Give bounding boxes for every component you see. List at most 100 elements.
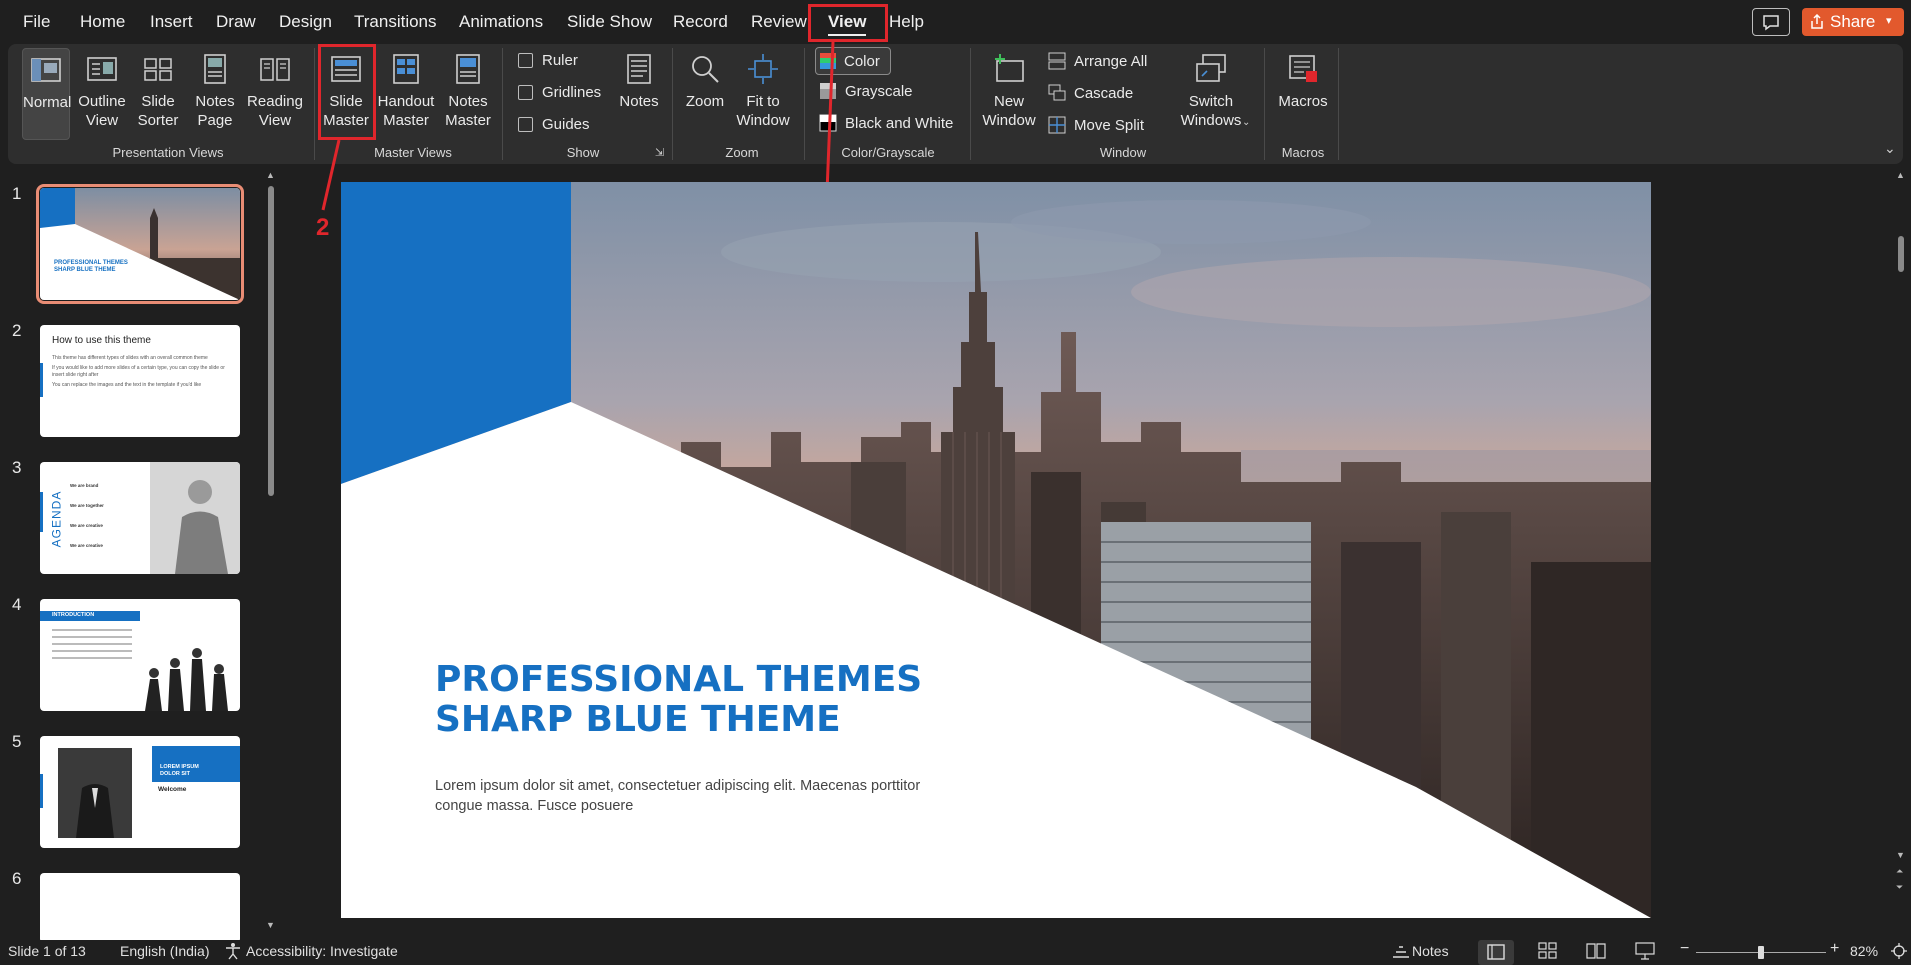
thumb-agenda-item: We are together: [70, 503, 104, 508]
slide-sorter-button[interactable]: Slide Sorter: [132, 48, 184, 140]
zoom-out-icon[interactable]: −: [1680, 940, 1689, 958]
grayscale-label: Grayscale: [845, 83, 913, 100]
menu-slide-show[interactable]: Slide Show: [567, 12, 652, 32]
notes-master-icon: [456, 54, 480, 84]
scroll-up-icon[interactable]: ▲: [266, 170, 275, 180]
checkbox-box[interactable]: [518, 117, 533, 132]
macros-button[interactable]: Macros: [1274, 48, 1332, 140]
dialog-launcher-icon[interactable]: ⇲: [655, 146, 664, 159]
thumbnail-scrollbar[interactable]: ▲ ▼: [266, 170, 276, 932]
scroll-down-icon[interactable]: ▼: [266, 920, 275, 930]
notes-toggle[interactable]: Notes: [1412, 943, 1449, 959]
comments-button[interactable]: [1752, 8, 1790, 36]
thumb-heading: Welcome: [158, 786, 187, 793]
ruler-label: Ruler: [542, 52, 578, 69]
comment-icon: [1763, 15, 1779, 31]
slide-scrollbar[interactable]: ▲ ▼ ⏶ ⏷: [1895, 170, 1907, 900]
thumb-accent-bar: [40, 363, 43, 397]
checkbox-box[interactable]: [518, 53, 533, 68]
slide-thumbnail-2[interactable]: How to use this theme This theme has dif…: [40, 325, 240, 437]
zoom-percentage[interactable]: 82%: [1850, 943, 1878, 959]
thumb-number: 2: [12, 321, 22, 340]
zoom-in-icon[interactable]: +: [1830, 940, 1839, 958]
handout-master-icon: [393, 54, 419, 84]
reading-view-icon[interactable]: [1585, 942, 1607, 960]
language-indicator[interactable]: English (India): [120, 943, 210, 959]
slide-body-text[interactable]: Lorem ipsum dolor sit amet, consectetuer…: [435, 776, 955, 816]
fit-slide-icon[interactable]: [1888, 942, 1910, 960]
thumb-people-image: [145, 648, 228, 711]
new-window-icon: [995, 54, 1024, 82]
switch-windows-button[interactable]: Switch Windows: [1170, 48, 1252, 140]
slide-thumbnail-4[interactable]: INTRODUCTION: [40, 599, 240, 711]
thumb-number: 4: [12, 595, 22, 614]
scroll-up-icon[interactable]: ▲: [1896, 170, 1905, 180]
share-label: Share: [1830, 12, 1876, 31]
new-window-button[interactable]: New Window: [980, 48, 1038, 140]
normal-view-icon: [31, 58, 61, 82]
slide-thumbnail-6[interactable]: [40, 873, 240, 943]
outline-view-button[interactable]: Outline View: [76, 48, 128, 140]
ribbon-separator: [970, 48, 971, 160]
slide-thumbnail-5[interactable]: LOREM IPSUM DOLOR SIT Welcome: [40, 736, 240, 848]
menu-draw[interactable]: Draw: [216, 12, 256, 32]
menu-animations[interactable]: Animations: [459, 12, 543, 32]
fit-to-window-label: Fit to Window: [736, 93, 790, 129]
thumb-agenda-item: We are creative: [70, 543, 103, 548]
checkbox-box[interactable]: [518, 85, 533, 100]
notes-page-icon: [204, 54, 226, 84]
fit-window-icon: [748, 54, 778, 84]
previous-slide-icon[interactable]: ⏶: [1896, 866, 1903, 877]
slide-sorter-icon[interactable]: [1537, 942, 1559, 960]
slide-canvas[interactable]: PROFESSIONAL THEMES SHARP BLUE THEME Lor…: [341, 182, 1651, 918]
menu-file[interactable]: File: [23, 12, 50, 32]
normal-view-button[interactable]: Normal: [22, 48, 71, 140]
slide-title[interactable]: PROFESSIONAL THEMES SHARP BLUE THEME: [435, 660, 1035, 740]
scrollbar-thumb[interactable]: [1898, 236, 1904, 272]
normal-view-icon: [1487, 944, 1505, 960]
notes-page-button[interactable]: Notes Page: [190, 48, 240, 140]
next-slide-icon[interactable]: ⏷: [1896, 882, 1903, 893]
menu-transitions[interactable]: Transitions: [354, 12, 437, 32]
menu-insert[interactable]: Insert: [150, 12, 193, 32]
thumb-banner-text: INTRODUCTION: [52, 612, 95, 618]
share-icon: [1811, 14, 1823, 29]
thumb-number: 5: [12, 732, 22, 751]
menu-home[interactable]: Home: [80, 12, 125, 32]
menu-help[interactable]: Help: [889, 12, 924, 32]
slide-title-line-1: PROFESSIONAL THEMES: [435, 659, 923, 700]
menu-design[interactable]: Design: [279, 12, 332, 32]
accessibility-status[interactable]: Accessibility: Investigate: [246, 943, 398, 959]
handout-master-button[interactable]: Handout Master: [376, 48, 436, 140]
notes-icon: [627, 54, 651, 84]
macros-icon: [1289, 55, 1317, 82]
thumb-agenda-item: We are creative: [70, 523, 103, 528]
ribbon-separator: [672, 48, 673, 160]
collapse-ribbon-icon[interactable]: ⌄: [1884, 140, 1896, 157]
notes-master-button[interactable]: Notes Master: [442, 48, 494, 140]
share-button[interactable]: Share ▾: [1802, 8, 1904, 36]
magnifier-icon: [692, 56, 719, 83]
slide-thumbnail-3[interactable]: AGENDA We are brand We are together We a…: [40, 462, 240, 574]
accessibility-icon: [226, 943, 240, 960]
zoom-slider-thumb[interactable]: [1758, 946, 1764, 959]
reading-view-button[interactable]: Reading View: [244, 48, 306, 140]
zoom-slider[interactable]: [1696, 946, 1826, 960]
annotation-arrow-1: [825, 41, 835, 193]
menu-review[interactable]: Review: [751, 12, 807, 32]
menu-record[interactable]: Record: [673, 12, 728, 32]
thumb-banner-text: DOLOR SIT: [160, 771, 190, 777]
slide-thumbnail-1[interactable]: PROFESSIONAL THEMES SHARP BLUE THEME: [36, 184, 244, 304]
scroll-down-icon[interactable]: ▼: [1896, 850, 1905, 860]
thumb-businessman-image: [58, 748, 132, 838]
notes-page-label: Notes Page: [195, 93, 235, 129]
notes-button[interactable]: Notes: [614, 48, 664, 140]
arrange-all-icon: [1048, 52, 1066, 70]
fit-to-window-button[interactable]: Fit to Window: [734, 48, 792, 140]
zoom-button[interactable]: Zoom: [682, 48, 728, 140]
guides-label: Guides: [542, 116, 590, 133]
normal-view-status-button[interactable]: [1478, 940, 1514, 965]
scrollbar-thumb[interactable]: [268, 186, 274, 496]
gridlines-label: Gridlines: [542, 84, 602, 101]
slide-show-icon[interactable]: [1634, 942, 1656, 960]
